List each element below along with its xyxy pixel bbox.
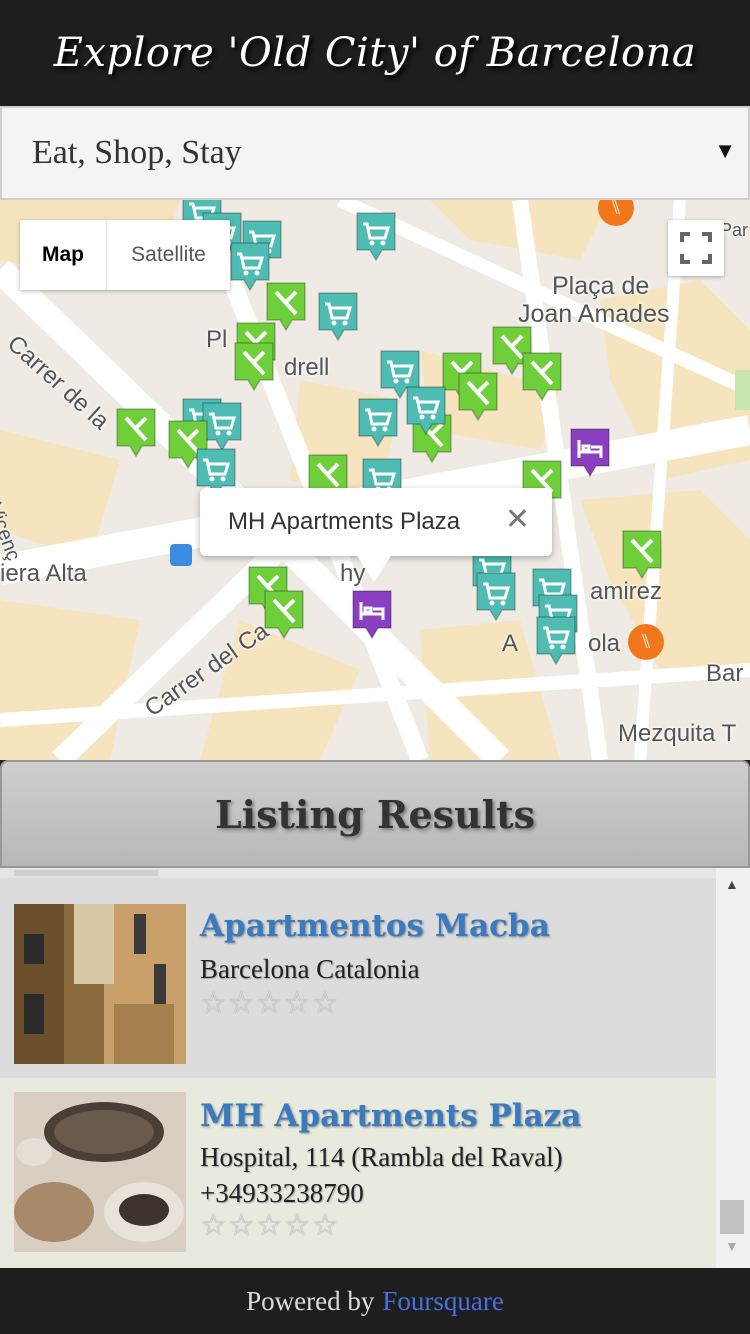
list-item[interactable]: MH Apartments Plaza Hospital, 114 (Rambl… (0, 1078, 716, 1268)
restaurant-marker-icon[interactable] (520, 350, 564, 402)
category-select-value: Eat, Shop, Stay (32, 134, 242, 171)
bus-stop-icon (170, 544, 192, 566)
map-type-satellite-button[interactable]: Satellite (107, 220, 230, 290)
restaurant-marker-icon[interactable] (456, 370, 500, 422)
restaurant-marker-icon[interactable] (620, 528, 664, 580)
map-label: Pl (206, 326, 228, 353)
listing-address: Barcelona Catalonia (200, 954, 420, 984)
footer-text: Powered by (246, 1285, 375, 1316)
rating-stars: ☆☆☆☆☆ (200, 987, 340, 1020)
close-icon[interactable]: ✕ (505, 502, 530, 537)
map-label: Joan Amades (518, 300, 670, 328)
listing-name[interactable]: Apartmentos Macba (200, 908, 550, 944)
listing-address: Hospital, 114 (Rambla del Raval) (200, 1142, 563, 1172)
list-divider (14, 870, 158, 876)
list-item[interactable]: Apartmentos Macba Barcelona Catalonia ☆☆… (0, 878, 716, 1078)
map-label: Mezquita T (618, 720, 737, 747)
shop-marker-icon[interactable] (534, 614, 578, 666)
info-window: MH Apartments Plaza ✕ (200, 488, 552, 582)
foursquare-link[interactable]: Foursquare (382, 1286, 503, 1317)
scroll-down-arrow-icon[interactable]: ▼ (725, 1240, 739, 1256)
info-window-title: MH Apartments Plaza (228, 508, 461, 535)
listing-list[interactable]: Apartmentos Macba Barcelona Catalonia ☆☆… (0, 868, 750, 1268)
app-title: Explore 'Old City' of Barcelona (53, 30, 697, 76)
map-type-map-button[interactable]: Map (20, 220, 107, 290)
scroll-up-arrow-icon[interactable]: ▲ (725, 878, 739, 894)
hotel-marker-icon[interactable] (568, 426, 612, 478)
dropdown-arrow-icon: ▼ (714, 138, 736, 163)
map-label: Par (720, 220, 749, 240)
map-type-control: Map Satellite (20, 220, 230, 290)
app-header: Explore 'Old City' of Barcelona (0, 0, 750, 106)
shop-marker-icon[interactable] (356, 396, 400, 448)
rating-stars: ☆☆☆☆☆ (200, 1209, 340, 1242)
listing-photo (14, 904, 186, 1064)
listing-results-title: Listing Results (214, 791, 536, 837)
restaurant-poi-icon: ⑊ (628, 624, 664, 660)
list-scrollbar[interactable]: ▲ ▼ (716, 868, 750, 1268)
listing-name[interactable]: MH Apartments Plaza (200, 1098, 581, 1134)
listing-photo (14, 1092, 186, 1252)
shop-marker-icon[interactable] (474, 570, 518, 622)
listing-phone: +34933238790 (200, 1178, 364, 1208)
shop-marker-icon[interactable] (404, 384, 448, 436)
map-label: Plaça de (552, 272, 650, 300)
app-footer: Powered by Foursquare (0, 1268, 750, 1334)
map-label: drell (284, 354, 330, 381)
listing-results-header: Listing Results (0, 760, 750, 868)
shop-marker-icon[interactable] (354, 210, 398, 262)
restaurant-marker-icon[interactable] (114, 406, 158, 458)
map-label: iera Alta (0, 560, 87, 587)
map-label: amirez (590, 578, 663, 605)
map-label: A (502, 630, 519, 657)
restaurant-marker-icon[interactable] (232, 340, 276, 392)
category-select[interactable]: Eat, Shop, Stay ▼ (0, 106, 750, 200)
scrollbar-thumb[interactable] (720, 1200, 744, 1234)
map-label: ola (588, 630, 621, 657)
info-window-tail (356, 554, 392, 582)
fullscreen-icon (680, 232, 712, 264)
map-label: Bar (706, 660, 744, 687)
fullscreen-button[interactable] (668, 220, 724, 276)
shop-marker-icon[interactable] (316, 290, 360, 342)
restaurant-marker-icon[interactable] (262, 588, 306, 640)
hotel-marker-icon[interactable] (350, 588, 394, 640)
